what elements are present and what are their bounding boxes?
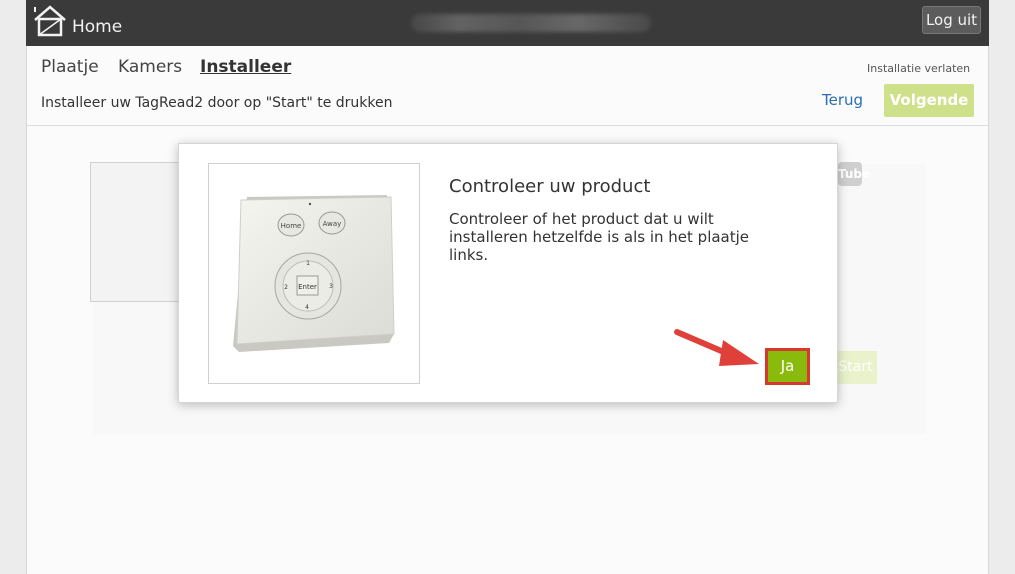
leave-installation-link[interactable]: Installatie verlaten (867, 62, 970, 75)
enter-key-label: Enter (298, 283, 317, 291)
start-button: Start (834, 351, 877, 384)
step-instruction: Installeer uw TagRead2 door op "Start" t… (41, 95, 393, 111)
key-2-label: 2 (284, 284, 288, 291)
key-1-label: 1 (306, 260, 310, 267)
house-logo-icon[interactable] (33, 5, 67, 37)
tab-kamers[interactable]: Kamers (118, 57, 182, 77)
tab-plaatje[interactable]: Plaatje (41, 57, 99, 77)
product-image: Home Away Enter 1 2 3 4 (208, 163, 420, 384)
away-key-label: Away (323, 220, 342, 228)
header-divider (27, 125, 988, 126)
logout-button[interactable]: Log uit (922, 6, 981, 34)
back-link[interactable]: Terug (822, 91, 863, 109)
dialog-title: Controleer uw product (449, 176, 651, 197)
home-key-label: Home (281, 222, 302, 230)
dialog-message: Controleer of het product dat u wilt ins… (449, 210, 750, 264)
tab-installeer[interactable]: Installeer (200, 57, 291, 77)
confirm-product-dialog: Home Away Enter 1 2 3 4 Controleer uw pr… (178, 143, 838, 403)
youtube-icon: Tube (838, 162, 870, 186)
user-name-redacted (411, 14, 651, 32)
key-4-label: 4 (305, 304, 309, 311)
pointer-arrow-icon (674, 329, 759, 366)
background-product-image (90, 162, 180, 302)
key-3-label: 3 (329, 283, 333, 290)
next-button[interactable]: Volgende (884, 84, 974, 117)
keypad-device-icon: Home Away Enter 1 2 3 4 (233, 195, 395, 352)
top-bar: Home Log uit (26, 0, 989, 46)
app-title[interactable]: Home (72, 17, 122, 37)
confirm-yes-button[interactable]: Ja (765, 348, 810, 385)
